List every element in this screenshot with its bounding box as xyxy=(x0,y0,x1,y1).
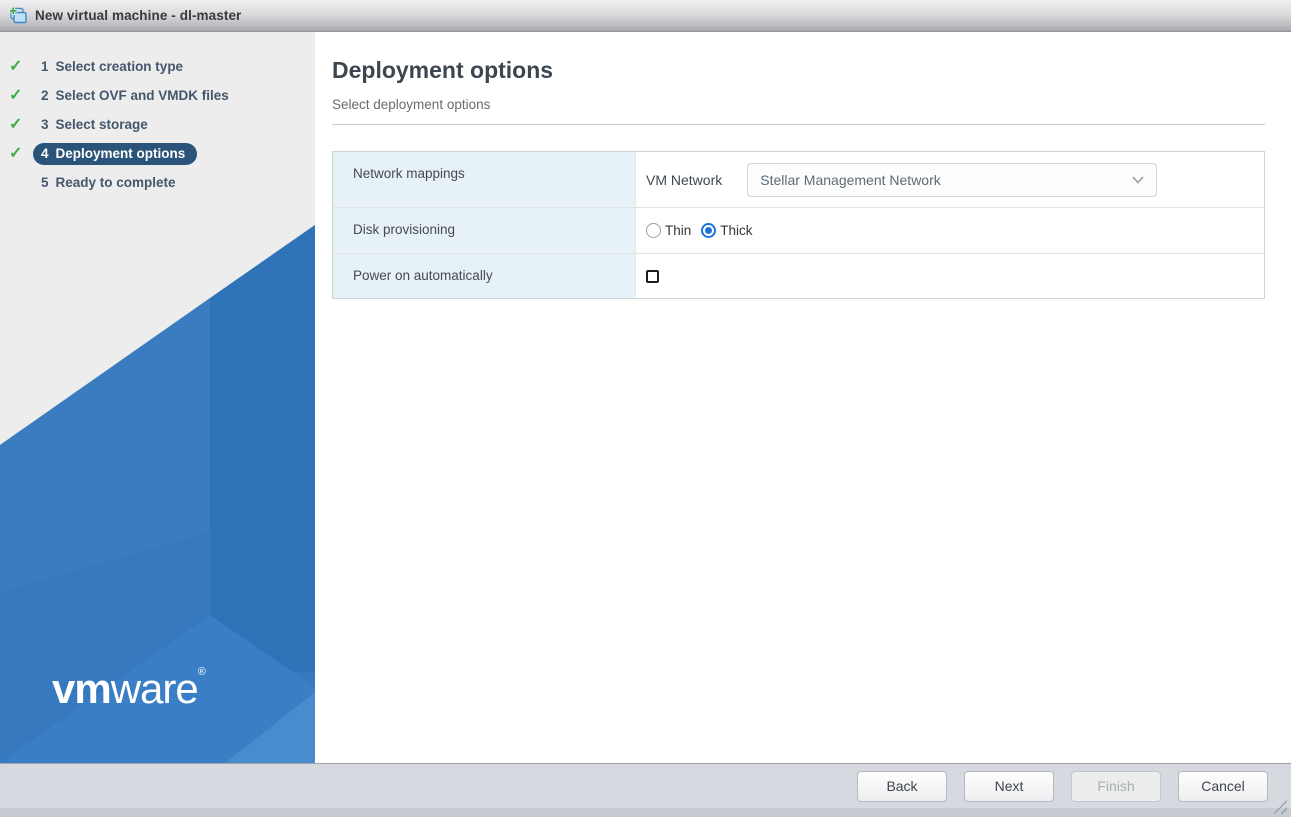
thick-radio[interactable] xyxy=(701,223,716,238)
step-number: 2 xyxy=(41,88,49,103)
step-number: 4 xyxy=(41,146,49,161)
step-label: Select creation type xyxy=(56,59,184,74)
window-titlebar: New virtual machine - dl-master xyxy=(0,0,1291,32)
check-icon: ✓ xyxy=(9,88,33,104)
vmware-logo: vmware® xyxy=(52,665,206,713)
radio-dot xyxy=(705,227,712,234)
row-label: Network mappings xyxy=(333,152,636,207)
wizard-step-1[interactable]: ✓ 1 Select creation type xyxy=(0,52,315,81)
check-icon: ✓ xyxy=(9,146,33,162)
deployment-options-table: Network mappings VM Network Stellar Mana… xyxy=(332,151,1265,299)
window-bottom-edge xyxy=(0,808,1291,817)
step-number: 1 xyxy=(41,59,49,74)
step-label: Select OVF and VMDK files xyxy=(56,88,229,103)
network-select[interactable]: Stellar Management Network xyxy=(747,163,1157,197)
chevron-down-icon xyxy=(1132,176,1144,184)
thick-radio-label[interactable]: Thick xyxy=(720,223,752,238)
disk-provisioning-row: Disk provisioning Thin Thick xyxy=(333,208,1264,254)
step-number: 5 xyxy=(41,175,49,190)
check-icon: ✓ xyxy=(9,59,33,75)
next-button[interactable]: Next xyxy=(964,771,1054,802)
step-label: Deployment options xyxy=(56,146,186,161)
thin-radio[interactable] xyxy=(646,223,661,238)
page-subtitle: Select deployment options xyxy=(332,97,1265,112)
row-label: Disk provisioning xyxy=(333,208,636,253)
cancel-button[interactable]: Cancel xyxy=(1178,771,1268,802)
wizard-step-5[interactable]: 5 Ready to complete xyxy=(0,168,315,197)
finish-button[interactable]: Finish xyxy=(1071,771,1161,802)
window-title: New virtual machine - dl-master xyxy=(35,8,241,23)
vm-network-label: VM Network xyxy=(646,172,722,188)
check-icon: ✓ xyxy=(9,117,33,133)
thin-radio-label[interactable]: Thin xyxy=(665,223,691,238)
network-mappings-row: Network mappings VM Network Stellar Mana… xyxy=(333,152,1264,208)
new-vm-wizard-window: New virtual machine - dl-master ✓ 1 Selec… xyxy=(0,0,1291,817)
wizard-step-2[interactable]: ✓ 2 Select OVF and VMDK files xyxy=(0,81,315,110)
network-select-value: Stellar Management Network xyxy=(760,172,941,188)
back-button[interactable]: Back xyxy=(857,771,947,802)
wizard-step-4-active[interactable]: ✓ 4 Deployment options xyxy=(0,139,315,168)
step-label: Ready to complete xyxy=(56,175,176,190)
wizard-step-3[interactable]: ✓ 3 Select storage xyxy=(0,110,315,139)
row-label: Power on automatically xyxy=(333,254,636,298)
wizard-content-pane: Deployment options Select deployment opt… xyxy=(315,32,1291,763)
page-title: Deployment options xyxy=(332,57,1265,84)
power-on-row: Power on automatically xyxy=(333,254,1264,298)
power-on-checkbox[interactable] xyxy=(646,270,659,283)
divider xyxy=(332,124,1265,125)
step-label: Select storage xyxy=(56,117,148,132)
disk-provisioning-radios: Thin Thick xyxy=(646,223,763,238)
wizard-footer: Back Next Finish Cancel xyxy=(0,763,1291,808)
wizard-steps: ✓ 1 Select creation type ✓ 2 Select OVF an… xyxy=(0,52,315,197)
wizard-sidebar: ✓ 1 Select creation type ✓ 2 Select OVF an… xyxy=(0,32,315,763)
new-vm-icon xyxy=(8,7,28,25)
step-number: 3 xyxy=(41,117,49,132)
